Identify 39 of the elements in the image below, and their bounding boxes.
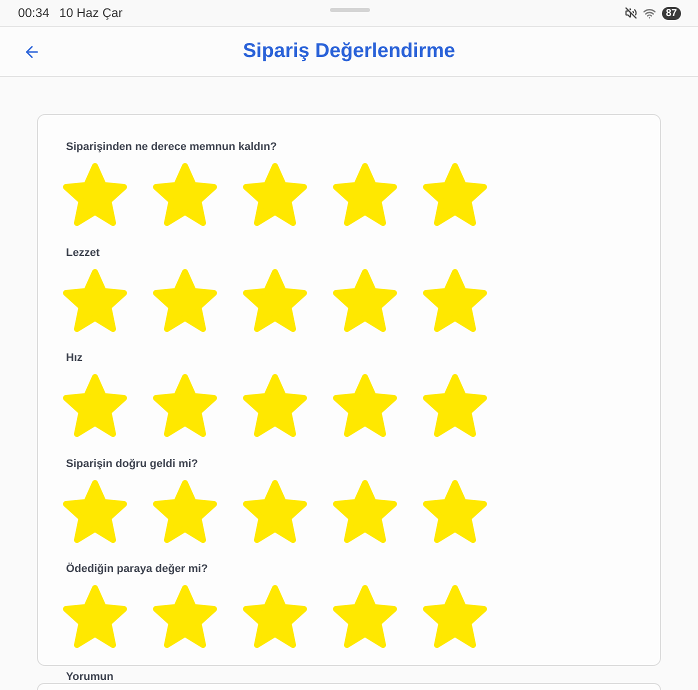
star-icon[interactable] — [242, 373, 308, 438]
star-icon[interactable] — [62, 584, 128, 649]
mute-icon — [624, 7, 637, 19]
star-icon[interactable] — [422, 373, 488, 438]
rating-question: Siparişin doğru geldi mi? — [66, 456, 200, 470]
rating-question: Hız — [66, 351, 84, 365]
wifi-icon — [642, 6, 656, 20]
star-icon[interactable] — [62, 373, 128, 438]
star-icon[interactable] — [332, 373, 398, 438]
star-icon[interactable] — [242, 162, 308, 227]
star-icon[interactable] — [62, 268, 128, 332]
star-icon[interactable] — [422, 478, 488, 544]
star-icon[interactable] — [62, 478, 128, 544]
star-icon[interactable] — [332, 268, 398, 332]
star-icon[interactable] — [332, 162, 398, 227]
rating-question: Ödediğin paraya değer mi? — [66, 562, 209, 576]
star-icon[interactable] — [62, 162, 128, 227]
star-icon[interactable] — [152, 162, 218, 227]
status-time: 00:34 — [18, 5, 50, 21]
status-date: 10 Haz Çar — [59, 5, 123, 21]
comment-label: Yorumun — [65, 671, 114, 683]
page-title: Sipariş Değerlendirme — [242, 40, 456, 63]
star-icon[interactable] — [152, 478, 218, 544]
rating-question: Lezzet — [66, 246, 101, 260]
star-icon[interactable] — [242, 478, 308, 544]
rating-question: Siparişinden ne derece memnun kaldın? — [66, 140, 278, 154]
comment-field[interactable] — [37, 683, 661, 690]
star-icon[interactable] — [332, 478, 398, 544]
drag-handle — [330, 8, 370, 12]
star-icon[interactable] — [152, 373, 218, 438]
star-icon[interactable] — [422, 268, 488, 332]
star-icon[interactable] — [422, 584, 488, 649]
star-icon[interactable] — [422, 162, 488, 227]
star-icon[interactable] — [242, 584, 308, 649]
battery-indicator: 87 — [662, 6, 681, 20]
star-icon[interactable] — [242, 268, 308, 332]
star-icon[interactable] — [152, 268, 218, 332]
star-icon[interactable] — [152, 584, 218, 649]
star-icon[interactable] — [332, 584, 398, 649]
